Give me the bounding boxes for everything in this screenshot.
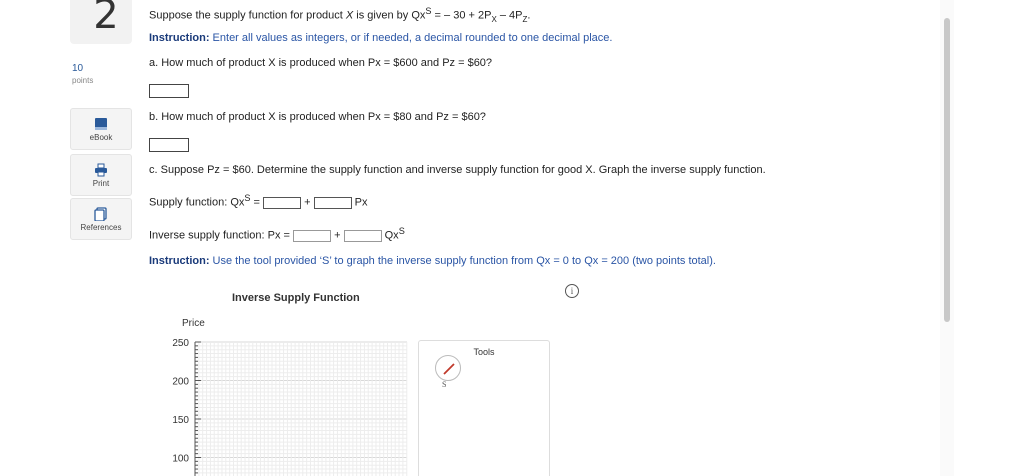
qxs-term: Qx <box>384 229 399 242</box>
instruction-2-text: Use the tool provided ‘S’ to graph the i… <box>209 255 716 267</box>
inverse-label: Inverse supply function: Px = <box>149 229 290 242</box>
supply-end: . <box>527 9 531 22</box>
part-b-answer-wrap <box>149 138 189 152</box>
line-draw-icon <box>443 363 455 375</box>
references-label: References <box>80 223 122 232</box>
supply-lead: Suppose the supply function for product <box>149 9 346 22</box>
y-tick-label: 100 <box>172 454 189 465</box>
y-tick-label: 150 <box>172 415 189 426</box>
ebook-button[interactable]: eBook <box>70 108 132 150</box>
instruction-2-bold: Instruction: <box>149 255 210 267</box>
supply-line-tool-button[interactable] <box>435 355 461 381</box>
tool-label: S <box>442 380 447 389</box>
chart-title: Inverse Supply Function <box>232 292 360 304</box>
plus-sign-2: + <box>334 229 341 242</box>
y-tick-label: 250 <box>172 338 189 349</box>
tools-panel: Tools S <box>418 340 550 476</box>
references-icon <box>94 207 107 221</box>
y-axis-label: Price <box>182 318 205 329</box>
supply-statement: Suppose the supply function for product … <box>149 6 530 24</box>
part-b-question: b. How much of product X is produced whe… <box>149 111 486 123</box>
part-a-answer-input[interactable] <box>149 84 189 98</box>
supply-fn-label: Supply function: Qx <box>149 196 245 209</box>
supply-eq2: – 4P <box>496 9 523 22</box>
info-icon[interactable]: i <box>565 284 579 298</box>
supply-mid: is given by Qx <box>353 9 426 22</box>
inverse-slope-input[interactable] <box>343 229 382 242</box>
part-a-question: a. How much of product X is produced whe… <box>149 57 493 69</box>
print-button[interactable]: Print <box>70 154 132 196</box>
question-number: 2 <box>93 0 119 38</box>
supply-function-row: Supply function: QxS = + Px <box>149 193 368 209</box>
references-button[interactable]: References <box>70 198 132 240</box>
qxs-sup: S <box>398 226 405 236</box>
px-term: Px <box>354 196 368 209</box>
supply-eq: = – 30 + 2P <box>431 9 492 22</box>
inverse-function-row: Inverse supply function: Px = + QxS <box>149 226 405 242</box>
print-label: Print <box>92 179 110 188</box>
part-c-question: c. Suppose Pz = $60. Determine the suppl… <box>149 164 766 176</box>
points-value: 10 <box>72 63 84 74</box>
supply-fn-eq: = <box>250 196 260 209</box>
instruction-1: Instruction: Enter all values as integer… <box>149 32 612 44</box>
part-b-answer-input[interactable] <box>149 138 189 152</box>
printer-icon <box>95 163 107 177</box>
part-a-answer-wrap <box>149 84 189 98</box>
instruction-2: Instruction: Use the tool provided ‘S’ t… <box>149 255 716 267</box>
inverse-intercept-input[interactable] <box>293 229 331 242</box>
ebook-label: eBook <box>89 133 113 142</box>
points-label: points <box>72 76 94 85</box>
instruction-1-text: Enter all values as integers, or if need… <box>209 32 613 44</box>
plus-sign: + <box>304 196 311 209</box>
instruction-1-bold: Instruction: <box>149 32 210 44</box>
y-tick-label: 200 <box>172 377 189 388</box>
book-icon <box>95 118 107 130</box>
supply-intercept-input[interactable] <box>263 196 302 209</box>
graph-area[interactable]: 250 200 150 100 <box>160 330 410 476</box>
scrollbar-thumb[interactable] <box>944 18 950 322</box>
supply-slope-input[interactable] <box>313 196 352 209</box>
